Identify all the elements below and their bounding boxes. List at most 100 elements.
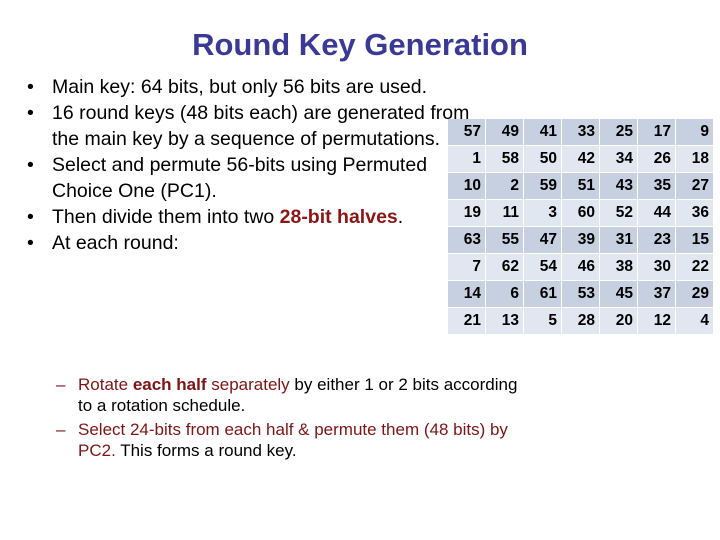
table-cell: 33 <box>562 119 599 145</box>
text-segment: Select and permute 56-bits using Permute… <box>52 154 428 202</box>
table-cell: 21 <box>448 308 485 334</box>
table-cell: 13 <box>486 308 523 334</box>
table-cell: 49 <box>486 119 523 145</box>
table-cell: 38 <box>600 254 637 280</box>
table-cell: 31 <box>600 227 637 253</box>
table-cell: 45 <box>600 281 637 307</box>
table-cell: 11 <box>486 200 523 226</box>
text-segment: Rotate <box>78 375 133 394</box>
table-cell: 58 <box>486 146 523 172</box>
table-cell: 9 <box>676 119 713 145</box>
bullet-item: • At each round: <box>18 230 470 256</box>
table-row: 14 6 61 53 45 37 29 <box>448 281 713 307</box>
sub-bullet-list: – Rotate each half separately by either 1… <box>48 374 518 464</box>
table-cell: 51 <box>562 173 599 199</box>
table-cell: 22 <box>676 254 713 280</box>
table-cell: 55 <box>486 227 523 253</box>
sub-bullet-dash-icon: – <box>56 375 66 394</box>
bullet-item: • Main key: 64 bits, but only 56 bits are… <box>18 74 470 100</box>
table-cell: 20 <box>600 308 637 334</box>
bullet-item: • 16 round keys (48 bits each) are genera… <box>18 100 470 152</box>
bullet-marker-icon: • <box>27 154 34 176</box>
table-cell: 30 <box>638 254 675 280</box>
text-segment: Then divide them into two <box>52 206 280 228</box>
table-cell: 37 <box>638 281 675 307</box>
sub-bullet-item: – Select 24-bits from each half & permute… <box>48 419 518 461</box>
sub-bullet-item: – Rotate each half separately by either 1… <box>48 374 518 416</box>
table-cell: 2 <box>486 173 523 199</box>
table-row: 10 2 59 51 43 35 27 <box>448 173 713 199</box>
table-cell: 46 <box>562 254 599 280</box>
table-cell: 41 <box>524 119 561 145</box>
table-cell: 19 <box>448 200 485 226</box>
table-cell: 3 <box>524 200 561 226</box>
bullet-item: • Then divide them into two 28-bit halves… <box>18 204 470 230</box>
table-cell: 18 <box>676 146 713 172</box>
text-segment: 28-bit halves <box>279 206 398 228</box>
table-cell: 7 <box>448 254 485 280</box>
table-cell: 60 <box>562 200 599 226</box>
table-cell: 15 <box>676 227 713 253</box>
text-segment: each half <box>132 375 207 394</box>
table-cell: 43 <box>600 173 637 199</box>
sub-bullet-text: Rotate each half separately by either 1 … <box>78 375 517 415</box>
table-cell: 1 <box>448 146 485 172</box>
bullet-text: At each round: <box>52 232 179 254</box>
text-segment: Main key: 64 bits, but only 56 bits are … <box>52 76 428 98</box>
bullet-text: Select and permute 56-bits using Permute… <box>52 154 427 202</box>
table-cell: 17 <box>638 119 675 145</box>
table-cell: 54 <box>524 254 561 280</box>
table-cell: 44 <box>638 200 675 226</box>
bullet-marker-icon: • <box>27 76 34 98</box>
table-cell: 25 <box>600 119 637 145</box>
text-segment: This forms a round key. <box>115 441 297 460</box>
table-row: 1 58 50 42 34 26 18 <box>448 146 713 172</box>
table-cell: 39 <box>562 227 599 253</box>
table-row: 57 49 41 33 25 17 9 <box>448 119 713 145</box>
bullet-marker-icon: • <box>27 232 34 254</box>
table-cell: 59 <box>524 173 561 199</box>
text-segment: At each round: <box>52 232 179 254</box>
table-cell: 34 <box>600 146 637 172</box>
table-cell: 27 <box>676 173 713 199</box>
bullet-text: Main key: 64 bits, but only 56 bits are … <box>52 76 427 98</box>
table-cell: 36 <box>676 200 713 226</box>
table-cell: 42 <box>562 146 599 172</box>
table-row: 63 55 47 39 31 23 15 <box>448 227 713 253</box>
bullet-text: Then divide them into two 28-bit halves. <box>52 206 403 228</box>
sub-bullet-dash-icon: – <box>56 420 66 439</box>
pc1-table-body: 57 49 41 33 25 17 9 1 58 50 42 34 26 18 10 2 59 51 43 35 27 1… <box>448 119 713 334</box>
table-cell: 6 <box>486 281 523 307</box>
page-title: Round Key Generation <box>192 27 528 62</box>
text-segment: 16 round keys (48 bits each) are generat… <box>52 102 470 150</box>
table-cell: 23 <box>638 227 675 253</box>
text-segment: . <box>397 206 404 228</box>
table-row: 19 11 3 60 52 44 36 <box>448 200 713 226</box>
table-cell: 12 <box>638 308 675 334</box>
bullet-item: • Select and permute 56-bits using Permut… <box>18 152 470 204</box>
table-cell: 63 <box>448 227 485 253</box>
table-cell: 61 <box>524 281 561 307</box>
table-row: 7 62 54 46 38 30 22 <box>448 254 713 280</box>
table-cell: 29 <box>676 281 713 307</box>
table-cell: 47 <box>524 227 561 253</box>
table-cell: 10 <box>448 173 485 199</box>
bullet-text: 16 round keys (48 bits each) are generat… <box>52 102 469 150</box>
pc1-permutation-table: 57 49 41 33 25 17 9 1 58 50 42 34 26 18 10 2 59 51 43 35 27 1… <box>447 118 714 335</box>
table-cell: 62 <box>486 254 523 280</box>
sub-bullet-text: Select 24-bits from each half & permute … <box>78 420 508 460</box>
bullet-list: • Main key: 64 bits, but only 56 bits are… <box>18 74 470 256</box>
table-cell: 53 <box>562 281 599 307</box>
table-cell: 50 <box>524 146 561 172</box>
table-cell: 35 <box>638 173 675 199</box>
table-cell: 57 <box>448 119 485 145</box>
bullet-marker-icon: • <box>27 102 34 124</box>
table-cell: 28 <box>562 308 599 334</box>
table-cell: 4 <box>676 308 713 334</box>
table-row: 21 13 5 28 20 12 4 <box>448 308 713 334</box>
bullet-marker-icon: • <box>27 206 34 228</box>
text-segment: separately <box>206 375 290 394</box>
table-cell: 5 <box>524 308 561 334</box>
table-cell: 26 <box>638 146 675 172</box>
table-cell: 14 <box>448 281 485 307</box>
